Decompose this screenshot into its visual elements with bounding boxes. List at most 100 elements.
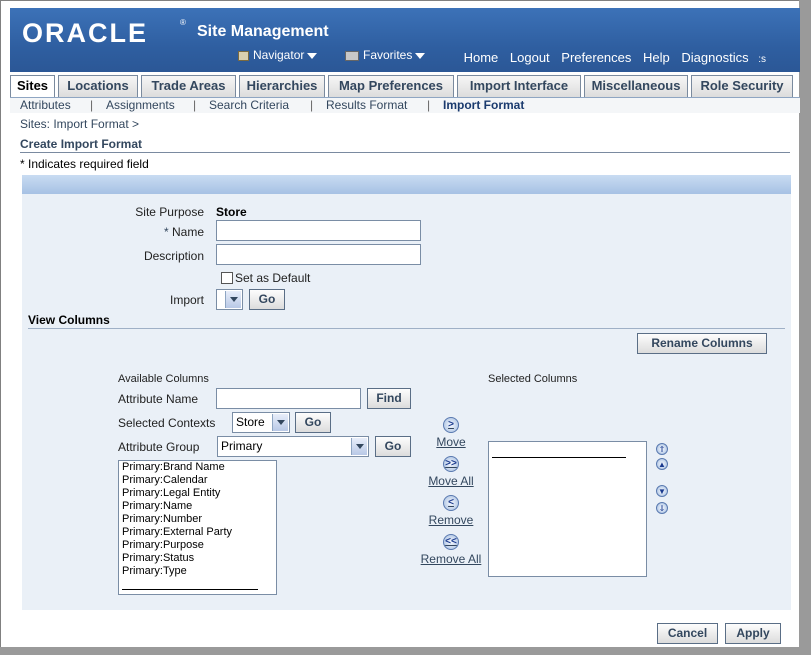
subtab-separator: | bbox=[310, 98, 314, 112]
tab-miscellaneous[interactable]: Miscellaneous bbox=[584, 75, 688, 97]
chevron-down-icon bbox=[307, 52, 318, 59]
available-columns-label: Available Columns bbox=[118, 373, 209, 385]
subtab-results-format[interactable]: Results Format bbox=[326, 98, 407, 112]
view-columns-divider bbox=[28, 328, 785, 329]
diagnostics-link[interactable]: Diagnostics bbox=[681, 50, 748, 65]
cancel-button[interactable]: Cancel bbox=[657, 623, 718, 644]
list-item[interactable]: Primary:Calendar bbox=[119, 474, 276, 487]
available-columns-list[interactable]: Primary:Brand Name Primary:Calendar Prim… bbox=[118, 460, 277, 595]
move-control[interactable]: > Move bbox=[424, 417, 478, 449]
chevron-down-icon bbox=[351, 438, 367, 455]
name-field[interactable] bbox=[216, 220, 421, 241]
selected-columns-list[interactable] bbox=[488, 441, 647, 577]
chevron-down-icon bbox=[415, 52, 426, 59]
breadcrumb[interactable]: Sites: Import Format > bbox=[20, 117, 139, 131]
app-title: Site Management bbox=[197, 23, 329, 40]
chevron-down-icon bbox=[225, 291, 241, 308]
tab-sites[interactable]: Sites bbox=[10, 75, 55, 97]
view-columns-title: View Columns bbox=[28, 313, 110, 327]
selected-contexts-select[interactable]: Store bbox=[232, 412, 290, 433]
apply-button[interactable]: Apply bbox=[725, 623, 781, 644]
site-purpose-label: Site Purpose bbox=[135, 205, 204, 219]
list-item[interactable]: Primary:External Party bbox=[119, 526, 276, 539]
list-item[interactable]: Primary:Status bbox=[119, 552, 276, 565]
selected-contexts-value: Store bbox=[236, 415, 265, 429]
favorites-menu[interactable]: Favorites bbox=[345, 48, 426, 62]
favorites-icon bbox=[345, 50, 359, 61]
help-link[interactable]: Help bbox=[643, 50, 670, 65]
preferences-link[interactable]: Preferences bbox=[561, 50, 631, 65]
tab-locations[interactable]: Locations bbox=[58, 75, 138, 97]
name-label-text: Name bbox=[171, 225, 204, 239]
global-header: ORACLE ® Site Management Navigator Favor… bbox=[10, 8, 800, 72]
list-spacer bbox=[492, 450, 626, 458]
oracle-logo: ORACLE bbox=[22, 18, 148, 48]
attribute-name-field[interactable] bbox=[216, 388, 361, 409]
set-default-checkbox[interactable] bbox=[221, 272, 233, 284]
window-edge-right bbox=[799, 0, 811, 655]
required-asterisk: * bbox=[163, 225, 169, 239]
move-all-control[interactable]: >> Move All bbox=[414, 456, 488, 488]
favorites-label: Favorites bbox=[363, 48, 413, 62]
attribute-group-label: Attribute Group bbox=[118, 440, 200, 454]
site-purpose-value: Store bbox=[216, 205, 247, 219]
subtab-attributes[interactable]: Attributes bbox=[20, 98, 71, 112]
list-item[interactable]: Primary:Legal Entity bbox=[119, 487, 276, 500]
selected-contexts-label: Selected Contexts bbox=[118, 416, 216, 430]
description-label: Description bbox=[143, 249, 204, 263]
sub-tabs: Attributes | Assignments | Search Criter… bbox=[10, 97, 800, 113]
move-down-icon[interactable]: ▼ bbox=[656, 485, 668, 497]
remove-control[interactable]: < Remove bbox=[414, 495, 488, 527]
import-select[interactable] bbox=[216, 289, 243, 310]
description-field[interactable] bbox=[216, 244, 421, 265]
tab-map-preferences[interactable]: Map Preferences bbox=[328, 75, 454, 97]
list-item[interactable]: Primary:Number bbox=[119, 513, 276, 526]
move-all-icon: >> bbox=[443, 456, 459, 472]
home-icon bbox=[238, 50, 249, 61]
contexts-go-button[interactable]: Go bbox=[295, 412, 331, 433]
title-divider bbox=[20, 152, 790, 153]
remove-link[interactable]: Remove bbox=[429, 513, 474, 527]
move-link[interactable]: Move bbox=[436, 435, 465, 449]
list-item[interactable]: Primary:Purpose bbox=[119, 539, 276, 552]
remove-all-icon: << bbox=[443, 534, 459, 550]
tab-role-security[interactable]: Role Security bbox=[691, 75, 793, 97]
move-to-bottom-icon[interactable]: ⇓ bbox=[656, 502, 668, 514]
find-button[interactable]: Find bbox=[367, 388, 411, 409]
move-all-link[interactable]: Move All bbox=[428, 474, 473, 488]
list-item[interactable]: Primary:Name bbox=[119, 500, 276, 513]
import-go-button[interactable]: Go bbox=[249, 289, 285, 310]
subtab-separator: | bbox=[90, 98, 94, 112]
overflow-indicator: :s bbox=[758, 54, 766, 65]
selected-columns-label: Selected Columns bbox=[488, 373, 578, 385]
group-go-button[interactable]: Go bbox=[375, 436, 411, 457]
subtab-import-format[interactable]: Import Format bbox=[443, 98, 524, 112]
logout-link[interactable]: Logout bbox=[510, 50, 550, 65]
rename-columns-button[interactable]: Rename Columns bbox=[637, 333, 767, 354]
subtab-assignments[interactable]: Assignments bbox=[106, 98, 175, 112]
list-item[interactable]: Primary:Brand Name bbox=[119, 461, 276, 474]
list-spacer bbox=[122, 582, 258, 590]
tab-trade-areas[interactable]: Trade Areas bbox=[141, 75, 236, 97]
chevron-down-icon bbox=[272, 414, 288, 431]
home-link[interactable]: Home bbox=[464, 50, 499, 65]
navigator-menu[interactable]: Navigator bbox=[238, 48, 318, 62]
subtab-search-criteria[interactable]: Search Criteria bbox=[209, 98, 289, 112]
required-field-note: * Indicates required field bbox=[20, 157, 149, 171]
move-up-icon[interactable]: ▲ bbox=[656, 458, 668, 470]
attribute-group-select[interactable]: Primary bbox=[217, 436, 369, 457]
navigator-label: Navigator bbox=[253, 48, 305, 62]
attribute-group-value: Primary bbox=[221, 439, 263, 453]
remove-left-icon: < bbox=[443, 495, 459, 511]
import-label: Import bbox=[169, 293, 204, 307]
remove-all-link[interactable]: Remove All bbox=[421, 552, 482, 566]
move-to-top-icon[interactable]: ⇑ bbox=[656, 443, 668, 455]
list-item[interactable]: Primary:Type bbox=[119, 565, 276, 578]
tab-import-interface[interactable]: Import Interface bbox=[457, 75, 581, 97]
move-right-icon: > bbox=[443, 417, 459, 433]
attribute-name-label: Attribute Name bbox=[118, 392, 199, 406]
subtab-separator: | bbox=[193, 98, 197, 112]
region-header-bar bbox=[22, 175, 791, 194]
remove-all-control[interactable]: << Remove All bbox=[410, 534, 492, 566]
tab-hierarchies[interactable]: Hierarchies bbox=[239, 75, 325, 97]
